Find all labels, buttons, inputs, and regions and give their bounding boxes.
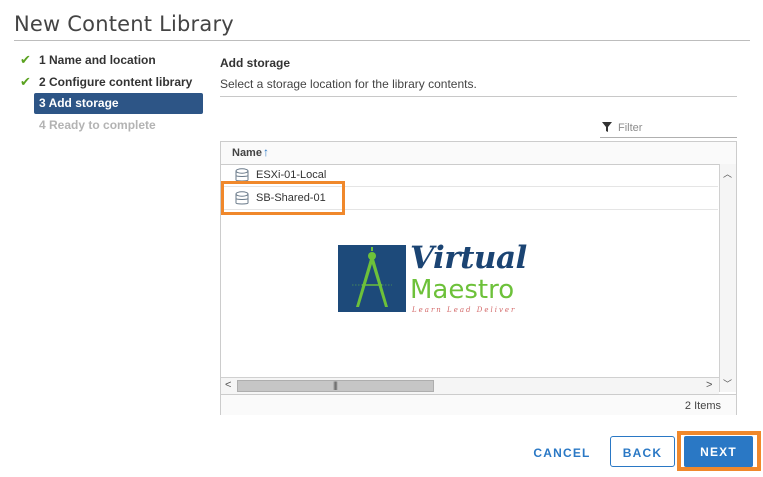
- step-ready-to-complete: 4 Ready to complete: [39, 118, 156, 132]
- grip-icon: |||: [333, 380, 338, 390]
- logo-text-maestro: Maestro: [410, 275, 515, 305]
- annotation-highlight-row: [221, 181, 345, 215]
- grid-header: Name ↑: [221, 142, 736, 165]
- vertical-scrollbar[interactable]: ︿ ﹀: [719, 164, 736, 392]
- section-title: Add storage: [220, 56, 291, 70]
- step-configure-content-library[interactable]: ✔ 2 Configure content library: [20, 74, 192, 90]
- step-label: 1 Name and location: [39, 53, 156, 67]
- cancel-button[interactable]: CANCEL: [530, 437, 594, 467]
- title-divider: [14, 40, 750, 41]
- virtual-maestro-logo: Virtual Maestro Learn Lead Deliver: [338, 240, 527, 314]
- annotation-highlight-next: [677, 431, 761, 471]
- step-label: 2 Configure content library: [39, 75, 193, 89]
- horizontal-scrollbar[interactable]: < ||| >: [221, 377, 719, 394]
- scroll-up-icon[interactable]: ︿: [723, 167, 732, 180]
- scroll-right-icon[interactable]: >: [706, 379, 712, 391]
- logo-tagline: Learn Lead Deliver: [412, 306, 517, 314]
- sort-ascending-icon[interactable]: ↑: [263, 145, 269, 159]
- filter-input[interactable]: [618, 120, 733, 135]
- step-label: 4 Ready to complete: [39, 118, 156, 132]
- step-name-and-location[interactable]: ✔ 1 Name and location: [20, 52, 156, 68]
- section-description: Select a storage location for the librar…: [220, 77, 477, 91]
- item-count: 2 Items: [684, 400, 721, 412]
- step-label: 3 Add storage: [39, 96, 119, 110]
- step-add-storage[interactable]: 3 Add storage: [34, 93, 203, 114]
- filter-icon: [602, 122, 612, 132]
- logo-text-virtual: Virtual: [410, 240, 527, 276]
- row-name: ESXi-01-Local: [256, 169, 327, 181]
- dialog-title: New Content Library: [14, 12, 234, 36]
- scroll-down-icon[interactable]: ﹀: [723, 377, 732, 390]
- scroll-thumb[interactable]: |||: [237, 380, 434, 392]
- grid-footer: 2 Items: [221, 394, 736, 415]
- column-header-name[interactable]: Name: [232, 147, 262, 159]
- back-button[interactable]: BACK: [610, 436, 675, 467]
- compass-logo-icon: [338, 245, 406, 312]
- section-divider: [220, 96, 737, 97]
- check-icon: ✔: [20, 52, 31, 67]
- filter-box[interactable]: [600, 120, 737, 138]
- scroll-left-icon[interactable]: <: [225, 379, 231, 391]
- check-icon: ✔: [20, 74, 31, 89]
